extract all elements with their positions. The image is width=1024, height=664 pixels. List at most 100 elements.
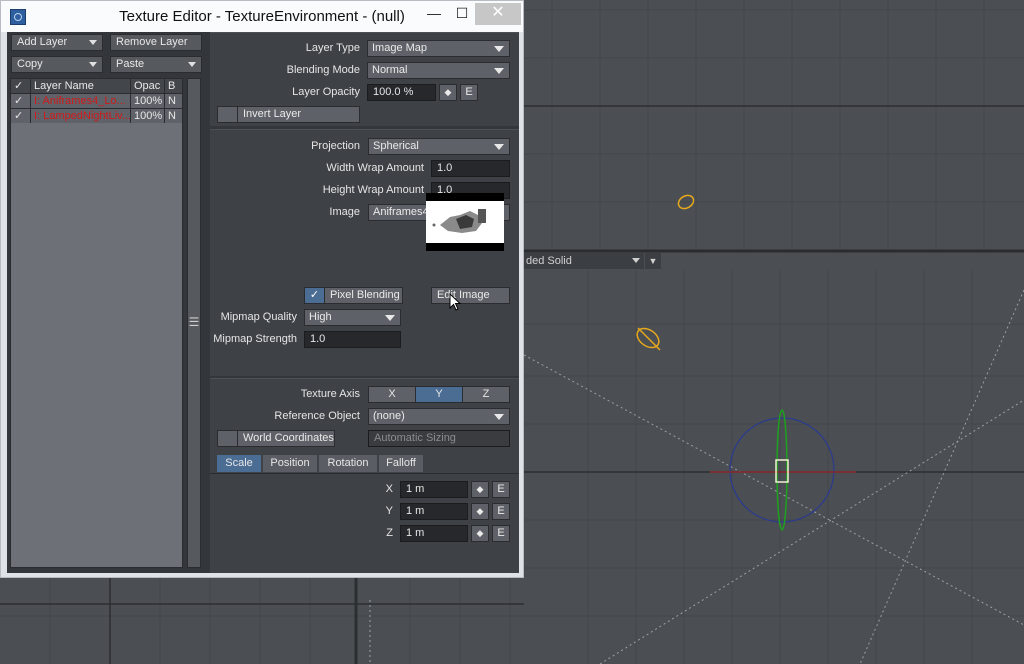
edit-image-button[interactable]: Edit Image xyxy=(431,287,510,304)
viewport-shading-label: ded Solid xyxy=(526,255,572,267)
chevron-down-icon xyxy=(89,40,97,45)
checkbox-box xyxy=(218,107,238,122)
chevron-down-icon xyxy=(494,144,504,150)
world-coordinates-label: World Coordinates xyxy=(243,432,334,444)
checkmark-icon: ✓ xyxy=(305,288,325,303)
axis-x-button[interactable]: X xyxy=(368,386,416,403)
chevron-down-icon xyxy=(188,62,196,67)
scale-z-label: Z xyxy=(386,527,393,539)
minimize-button[interactable]: — xyxy=(421,3,447,25)
layer-enable-checkbox[interactable]: ✓ xyxy=(11,94,31,108)
chevron-down-icon xyxy=(494,68,504,74)
copy-button[interactable]: Copy xyxy=(11,56,103,73)
mipmap-quality-label: Mipmap Quality xyxy=(220,311,297,323)
mipmap-strength-label: Mipmap Strength xyxy=(213,333,297,345)
width-wrap-input[interactable]: 1.0 xyxy=(431,160,510,177)
scale-z-envelope-button[interactable]: E xyxy=(492,525,510,542)
column-header-blend[interactable]: B xyxy=(165,79,182,93)
scale-z-input[interactable]: 1 m xyxy=(400,525,468,542)
width-wrap-label: Width Wrap Amount xyxy=(326,162,424,174)
layer-enable-checkbox[interactable]: ✓ xyxy=(11,109,31,123)
layer-opacity-input[interactable]: 100.0 % xyxy=(367,84,436,101)
scale-y-stepper[interactable]: ◆ xyxy=(471,503,489,520)
automatic-sizing-button[interactable]: Automatic Sizing xyxy=(368,430,510,447)
mipmap-strength-input[interactable]: 1.0 xyxy=(304,331,401,348)
projection-dropdown[interactable]: Spherical xyxy=(368,138,510,155)
chevron-down-icon xyxy=(494,46,504,52)
world-coordinates-checkbox[interactable]: World Coordinates xyxy=(217,430,335,447)
maximize-button[interactable]: ☐ xyxy=(449,3,475,25)
layer-name: I: LampedNightLiv... xyxy=(31,109,131,123)
layer-type-dropdown[interactable]: Image Map xyxy=(367,40,510,57)
projection-panel: Projection Spherical Width Wrap Amount 1… xyxy=(210,129,519,376)
layer-row[interactable]: ✓ I: LampedNightLiv... 100% N xyxy=(11,108,182,123)
layer-blend: N xyxy=(168,95,176,107)
viewport-shading-dropdown[interactable]: ded Solid xyxy=(524,253,644,269)
tab-falloff[interactable]: Falloff xyxy=(379,455,423,472)
layer-opacity-label: Layer Opacity xyxy=(292,86,360,98)
paste-label: Paste xyxy=(116,58,145,70)
chevron-down-icon xyxy=(89,62,97,67)
axis-z-button[interactable]: Z xyxy=(462,386,510,403)
texture-axis-panel: Texture Axis X Y Z Reference Object (non… xyxy=(210,378,519,573)
layer-settings-panel: Layer Type Image Map Blending Mode Norma… xyxy=(210,32,519,126)
projection-value: Spherical xyxy=(373,140,419,152)
add-layer-button[interactable]: Add Layer xyxy=(11,34,103,51)
invert-layer-checkbox[interactable]: Invert Layer xyxy=(217,106,360,123)
splitter-grip-icon[interactable]: ☰ xyxy=(187,315,201,329)
editor-body: Add Layer Remove Layer Copy Paste ✓ Laye… xyxy=(7,32,519,573)
scale-x-envelope-button[interactable]: E xyxy=(492,481,510,498)
tab-position[interactable]: Position xyxy=(263,455,317,472)
layer-type-label: Layer Type xyxy=(305,42,360,54)
column-header-layer-name[interactable]: Layer Name xyxy=(31,79,131,93)
layer-row[interactable]: ✓ I: Aniframes4_Lo... 100% N xyxy=(11,93,182,108)
layer-type-value: Image Map xyxy=(372,42,428,54)
image-thumbnail[interactable] xyxy=(426,193,504,251)
layer-opacity: 100% xyxy=(131,94,165,108)
image-label: Image xyxy=(329,206,360,218)
projection-label: Projection xyxy=(311,140,360,152)
blending-mode-value: Normal xyxy=(372,64,408,76)
reference-object-value: (none) xyxy=(373,410,405,422)
scale-x-stepper[interactable]: ◆ xyxy=(471,481,489,498)
scale-z-stepper[interactable]: ◆ xyxy=(471,525,489,542)
tab-rotation[interactable]: Rotation xyxy=(319,455,377,472)
copy-label: Copy xyxy=(17,58,43,70)
pixel-blending-checkbox[interactable]: ✓ Pixel Blending xyxy=(304,287,403,304)
reference-object-dropdown[interactable]: (none) xyxy=(368,408,510,425)
tab-scale[interactable]: Scale xyxy=(217,455,261,472)
layer-opacity: 100% xyxy=(131,109,165,123)
layer-list[interactable]: ✓ Layer Name Opac B ✓ I: Aniframes4_Lo..… xyxy=(10,78,183,568)
opacity-envelope-button[interactable]: E xyxy=(460,84,478,101)
height-wrap-label: Height Wrap Amount xyxy=(322,184,424,196)
opacity-stepper[interactable]: ◆ xyxy=(439,84,457,101)
scale-x-label: X xyxy=(385,483,393,495)
title-bar[interactable]: Texture Editor - TextureEnvironment - (n… xyxy=(1,1,523,32)
layer-name: I: Aniframes4_Lo... xyxy=(31,94,131,108)
blending-mode-dropdown[interactable]: Normal xyxy=(367,62,510,79)
mipmap-quality-dropdown[interactable]: High xyxy=(304,309,401,326)
remove-layer-label: Remove Layer xyxy=(116,36,188,48)
column-header-enable[interactable]: ✓ xyxy=(11,79,31,93)
scale-y-label: Y xyxy=(385,505,393,517)
scale-y-envelope-button[interactable]: E xyxy=(492,503,510,520)
mouse-cursor-icon xyxy=(449,293,462,311)
chevron-down-icon xyxy=(385,315,395,321)
chevron-down-icon xyxy=(494,414,504,420)
checkbox-box xyxy=(218,431,238,446)
mipmap-quality-value: High xyxy=(309,311,332,323)
pixel-blending-label: Pixel Blending xyxy=(330,289,400,301)
remove-layer-button[interactable]: Remove Layer xyxy=(110,34,202,51)
paste-button[interactable]: Paste xyxy=(110,56,202,73)
scale-y-input[interactable]: 1 m xyxy=(400,503,468,520)
close-button[interactable]: ✕ xyxy=(475,3,521,25)
texture-editor-window: Texture Editor - TextureEnvironment - (n… xyxy=(0,0,524,578)
column-header-opacity[interactable]: Opac xyxy=(131,79,165,93)
reference-object-label: Reference Object xyxy=(274,410,360,422)
tab-divider xyxy=(210,473,519,474)
blending-mode-label: Blending Mode xyxy=(286,64,360,76)
invert-layer-label: Invert Layer xyxy=(243,108,302,120)
scale-x-input[interactable]: 1 m xyxy=(400,481,468,498)
viewport-options-dropdown[interactable]: ▼ xyxy=(645,253,661,269)
axis-y-button[interactable]: Y xyxy=(415,386,463,403)
